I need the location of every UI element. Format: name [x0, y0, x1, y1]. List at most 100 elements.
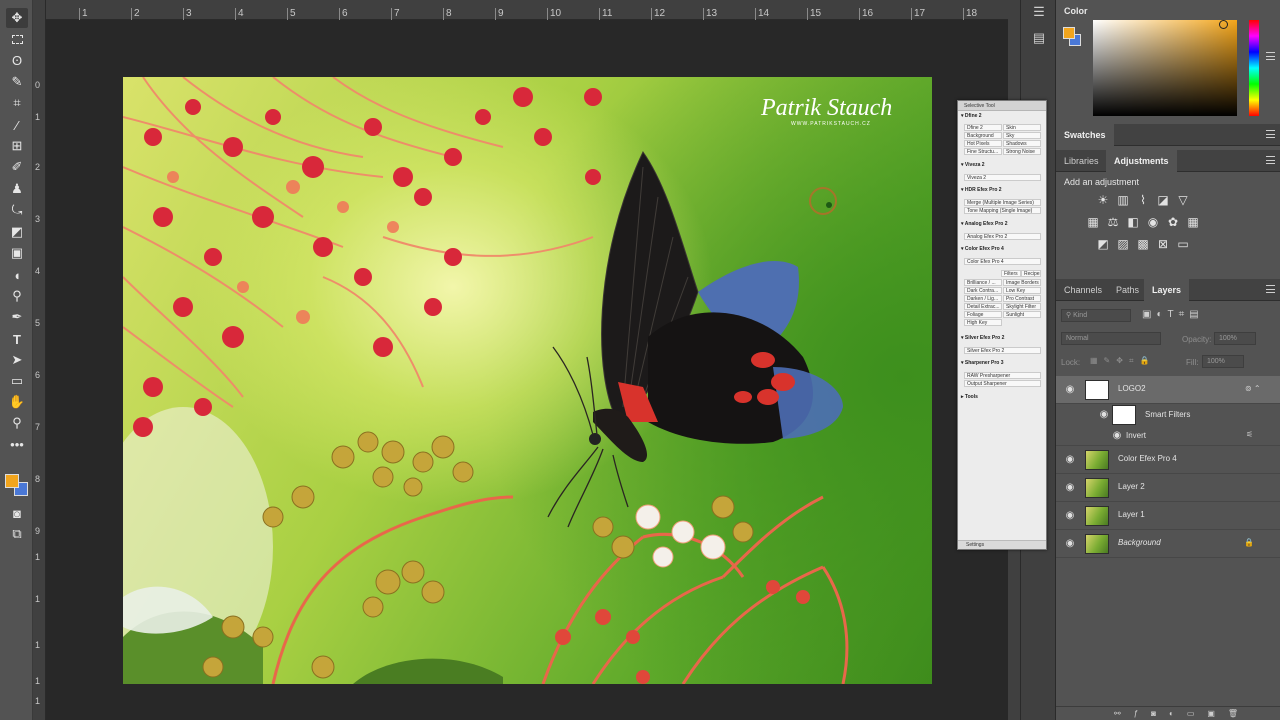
vibrance-icon[interactable]: ▽	[1176, 193, 1190, 207]
brightness-contrast-icon[interactable]: ☀	[1096, 193, 1110, 207]
blur-tool-icon[interactable]: ◖	[6, 265, 28, 285]
swatches-tab[interactable]: Swatches	[1056, 124, 1114, 146]
exposure-icon[interactable]: ◪	[1156, 193, 1170, 207]
eyedropper-tool-icon[interactable]: ⁄	[6, 115, 28, 135]
marquee-tool-icon[interactable]	[6, 29, 28, 49]
layer-name[interactable]: Layer 1	[1118, 510, 1145, 519]
selective-tool-titlebar[interactable]: Selective Tool	[958, 101, 1046, 111]
pro-contrast-button[interactable]: Pro Contrast	[1003, 295, 1041, 302]
gradient-tool-icon[interactable]: ▣	[6, 243, 28, 263]
section-sharpener-pro-3[interactable]: ▾ Sharpener Pro 3	[961, 360, 1004, 366]
section-analog-efex-pro-2[interactable]: ▾ Analog Efex Pro 2	[961, 221, 1008, 227]
opacity-input[interactable]: 100%	[1214, 332, 1256, 345]
foreground-color-swatch[interactable]	[5, 474, 19, 488]
hdr-tone-mapping-button[interactable]: Tone Mapping (Single Image)	[964, 207, 1041, 214]
section-hdr-efex-pro-2[interactable]: ▾ HDR Efex Pro 2	[961, 187, 1002, 193]
rectangle-tool-icon[interactable]: ▭	[6, 371, 28, 391]
visibility-eye-icon[interactable]: ◉	[1064, 538, 1076, 550]
layer-name[interactable]: Color Efex Pro 4	[1118, 454, 1177, 463]
layer-name[interactable]: Smart Filters	[1145, 410, 1190, 419]
invert-icon[interactable]: ◩	[1096, 237, 1110, 251]
foliage-button[interactable]: Foliage	[964, 311, 1002, 318]
sunlight-button[interactable]: Sunlight	[1003, 311, 1041, 318]
clone-stamp-tool-icon[interactable]: ♟	[6, 179, 28, 199]
color-fg-swatch[interactable]	[1063, 27, 1075, 39]
quick-mask-icon[interactable]: ◙	[6, 503, 28, 523]
black-white-icon[interactable]: ◧	[1126, 215, 1140, 229]
channel-mixer-icon[interactable]: ✿	[1166, 215, 1180, 229]
crop-tool-icon[interactable]: ⌗	[6, 93, 28, 113]
color-efex-pro-4-button[interactable]: Color Efex Pro 4	[964, 258, 1041, 265]
curves-icon[interactable]: ⌇	[1136, 193, 1150, 207]
section-silver-efex-pro-2[interactable]: ▾ Silver Efex Pro 2	[961, 335, 1004, 341]
blend-mode-select[interactable]: Normal	[1061, 332, 1161, 345]
hue-saturation-icon[interactable]: ▦	[1086, 215, 1100, 229]
adjustments-panel-menu-icon[interactable]	[1266, 156, 1275, 164]
visibility-eye-icon[interactable]: ◉	[1064, 510, 1076, 522]
pen-tool-icon[interactable]: ✒	[6, 307, 28, 327]
libraries-tab[interactable]: Libraries	[1056, 150, 1107, 172]
dfine-2-button[interactable]: Dfine 2	[964, 124, 1002, 131]
history-brush-tool-icon[interactable]: ⤿	[6, 200, 28, 220]
color-lookup-icon[interactable]: ▦	[1186, 215, 1200, 229]
type-tool-icon[interactable]: T	[6, 329, 28, 349]
strong-noise-button[interactable]: Strong Noise	[1003, 148, 1041, 155]
layers-tab[interactable]: Layers	[1144, 279, 1190, 301]
fine-structure-button[interactable]: Fine Structu...	[964, 148, 1002, 155]
move-tool-icon[interactable]: ✥	[6, 8, 28, 28]
lock-icons[interactable]: ▦✎✥⌗🔒	[1090, 356, 1155, 366]
analog-efex-pro-2-button[interactable]: Analog Efex Pro 2	[964, 233, 1041, 240]
lasso-tool-icon[interactable]: ʘ	[6, 50, 28, 70]
skylight-filter-button[interactable]: Skylight Filter	[1003, 303, 1041, 310]
color-picker-field[interactable]	[1093, 20, 1237, 116]
levels-icon[interactable]: ▥	[1116, 193, 1130, 207]
detail-extractor-button[interactable]: Detail Extrac...	[964, 303, 1002, 310]
quick-select-tool-icon[interactable]: ✎	[6, 72, 28, 92]
dark-contrasts-button[interactable]: Dark Contra...	[964, 287, 1002, 294]
layer-row-smart-filters[interactable]: ◉ Smart Filters	[1056, 404, 1280, 426]
visibility-eye-icon[interactable]: ◉	[1064, 454, 1076, 466]
layer-name[interactable]: Layer 2	[1118, 482, 1145, 491]
darken-lighten-button[interactable]: Darken / Lig...	[964, 295, 1002, 302]
butterfly-photo[interactable]: Patrik Stauch WWW.PATRIKSTAUCH.CZ	[123, 77, 932, 684]
layer-row-layer-2[interactable]: ◉ Layer 2	[1056, 474, 1280, 502]
shadows-button[interactable]: Shadows	[1003, 140, 1041, 147]
sky-button[interactable]: Sky	[1003, 132, 1041, 139]
section-dfine-2[interactable]: ▾ Dfine 2	[961, 113, 982, 119]
channels-tab[interactable]: Channels	[1056, 279, 1110, 301]
eraser-tool-icon[interactable]: ◩	[6, 222, 28, 242]
hot-pixels-button[interactable]: Hot Pixels	[964, 140, 1002, 147]
threshold-icon[interactable]: ▩	[1136, 237, 1150, 251]
gradient-map-icon[interactable]: ▭	[1176, 237, 1190, 251]
color-panel-menu-icon[interactable]	[1266, 52, 1275, 60]
layer-action-icons[interactable]: ⚯ƒ◙◐▭▣🗑	[1114, 709, 1251, 718]
layer-filter-kind[interactable]: ⚲ Kind	[1061, 309, 1131, 322]
settings-footer[interactable]: Settings	[958, 540, 1046, 549]
section-tools[interactable]: ▸ Tools	[961, 394, 978, 400]
history-panel-icon[interactable]: ☰	[1031, 4, 1047, 20]
skin-button[interactable]: Skin	[1003, 124, 1041, 131]
high-key-button[interactable]: High Key	[964, 319, 1002, 326]
silver-efex-pro-2-button[interactable]: Silver Efex Pro 2	[964, 347, 1041, 354]
layer-row-layer-1[interactable]: ◉ Layer 1	[1056, 502, 1280, 530]
brush-tool-icon[interactable]: ✐	[6, 157, 28, 177]
adjustments-tab[interactable]: Adjustments	[1106, 150, 1177, 172]
photo-filter-icon[interactable]: ◉	[1146, 215, 1160, 229]
hand-tool-icon[interactable]: ✋	[6, 392, 28, 412]
hue-slider[interactable]	[1249, 20, 1259, 116]
healing-brush-tool-icon[interactable]: ⊞	[6, 136, 28, 156]
raw-presharpener-button[interactable]: RAW Presharpener	[964, 372, 1041, 379]
fill-input[interactable]: 100%	[1202, 355, 1244, 368]
layer-row-background[interactable]: ◉ Background 🔒	[1056, 530, 1280, 558]
filters-tab[interactable]: Filters	[1001, 270, 1021, 277]
more-tools-icon[interactable]: •••	[6, 434, 28, 454]
properties-panel-icon[interactable]: ▤	[1031, 30, 1047, 46]
visibility-eye-icon[interactable]: ◉	[1111, 430, 1123, 442]
image-borders-button[interactable]: Image Borders	[1003, 279, 1041, 286]
layer-row-invert[interactable]: ◉ Invert ⚟	[1056, 426, 1280, 446]
layers-panel-menu-icon[interactable]	[1266, 285, 1275, 293]
layer-name[interactable]: Invert	[1126, 431, 1146, 440]
paths-tab[interactable]: Paths	[1108, 279, 1147, 301]
layer-row-color-efex-pro-4[interactable]: ◉ Color Efex Pro 4	[1056, 446, 1280, 474]
recipes-tab[interactable]: Recipes	[1021, 270, 1041, 277]
